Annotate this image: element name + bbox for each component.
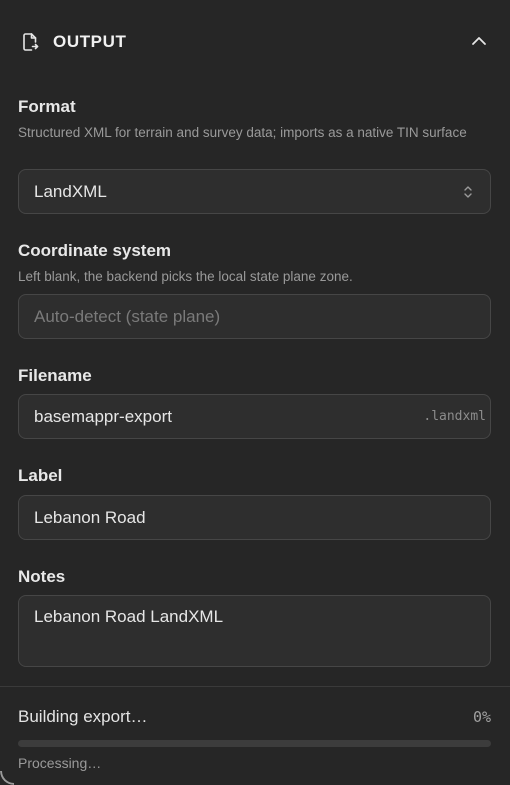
label-value: Lebanon Road [34, 507, 146, 527]
file-export-icon [20, 32, 40, 52]
coordinate-system-placeholder: Auto-detect (state plane) [34, 306, 221, 326]
section-title: OUTPUT [53, 32, 127, 51]
notes-textarea[interactable]: Lebanon Road LandXML [18, 595, 491, 667]
filename-extension: .landxml [423, 409, 486, 424]
label-field-label: Label [18, 466, 63, 485]
label-input[interactable]: Lebanon Road [18, 495, 491, 540]
format-label: Format [18, 97, 76, 116]
export-progress: Building export… 0% Processing… [0, 687, 510, 785]
filename-input[interactable]: basemappr-export .landxml [18, 394, 491, 439]
filename-label: Filename [18, 366, 92, 385]
format-select-value: LandXML [34, 181, 107, 201]
select-caret-icon [462, 184, 474, 200]
progress-track [18, 740, 491, 747]
format-description: Structured XML for terrain and survey da… [18, 125, 467, 140]
notes-value: Lebanon Road LandXML [34, 607, 224, 626]
chevron-up-icon[interactable] [466, 30, 492, 52]
coordinate-system-label: Coordinate system [18, 241, 172, 260]
section-header[interactable]: OUTPUT [0, 0, 510, 84]
progress-label: Building export… [18, 707, 148, 726]
coordinate-system-description: Left blank, the backend picks the local … [18, 269, 353, 284]
coordinate-system-input[interactable]: Auto-detect (state plane) [18, 294, 491, 339]
filename-value: basemappr-export [34, 406, 172, 426]
output-panel: OUTPUT Format Structured XML for terrain… [0, 0, 510, 785]
progress-percent: 0% [472, 708, 491, 726]
progress-status: Processing… [18, 755, 102, 771]
notes-label: Notes [18, 567, 66, 586]
format-select[interactable]: LandXML [18, 169, 491, 214]
